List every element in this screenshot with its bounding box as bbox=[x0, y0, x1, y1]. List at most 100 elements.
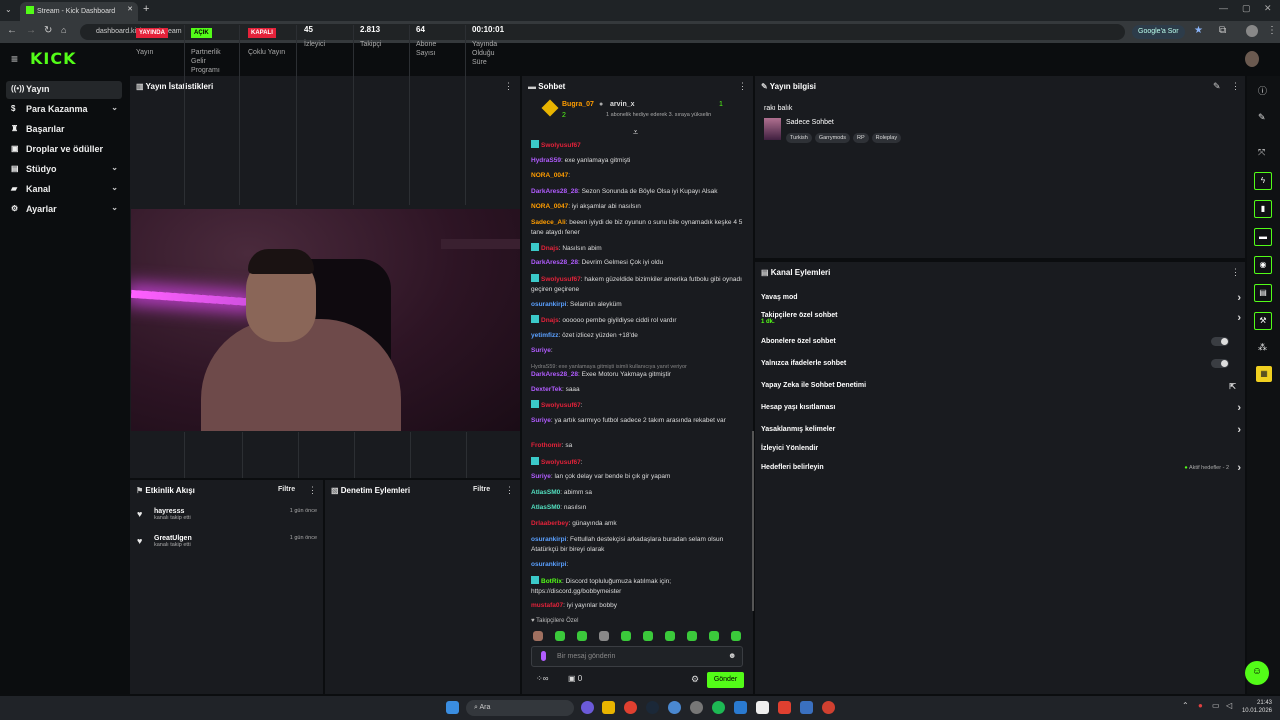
tag[interactable]: Turkish bbox=[786, 133, 812, 143]
bookmark-star-icon[interactable]: ★ bbox=[1194, 25, 1203, 36]
emote-only-toggle[interactable] bbox=[1211, 359, 1229, 368]
pencil-icon[interactable]: ✎ bbox=[1258, 112, 1266, 123]
sidebar-item-ayarlar[interactable]: ⚙ Ayarlar ⌄ bbox=[6, 201, 122, 219]
pinned-user[interactable]: Bugra_07 bbox=[562, 101, 594, 108]
network-icon[interactable]: ▭ bbox=[1212, 701, 1220, 710]
profile-avatar[interactable] bbox=[1246, 25, 1258, 37]
user-avatar[interactable] bbox=[1245, 51, 1259, 67]
collapse-pinned-icon[interactable]: ⩡ bbox=[633, 127, 638, 138]
chat-username[interactable]: AtlasSM0 bbox=[531, 489, 560, 496]
microphone-tray-icon[interactable]: ● bbox=[1198, 701, 1203, 710]
info-icon[interactable]: ⓘ bbox=[1258, 84, 1267, 97]
back-icon[interactable]: ← bbox=[7, 25, 17, 36]
chat-username[interactable]: Suriye bbox=[531, 417, 551, 424]
tray-chevron-icon[interactable]: ⌃ bbox=[1182, 701, 1189, 710]
pinned-user[interactable]: arvin_x bbox=[610, 101, 635, 108]
steam-icon[interactable] bbox=[646, 701, 659, 714]
chat-username[interactable]: osurankirpi bbox=[531, 561, 566, 568]
tab-list-button[interactable]: ⌄ bbox=[5, 5, 12, 14]
volume-icon[interactable]: ◁ bbox=[1226, 701, 1232, 710]
emote[interactable] bbox=[731, 631, 741, 641]
chat-username[interactable]: DarkAres28_28 bbox=[531, 188, 578, 195]
emote[interactable] bbox=[643, 631, 653, 641]
sidebar-item-studyo[interactable]: ▤ Stüdyo ⌄ bbox=[6, 161, 122, 179]
collapse-icon[interactable]: ⤧ bbox=[1258, 147, 1265, 158]
ai-moderation-row[interactable]: Yapay Zeka ile Sohbet Denetimi ⇱ bbox=[761, 382, 1241, 394]
vscode-icon[interactable] bbox=[734, 701, 747, 714]
close-tab-icon[interactable]: ✕ bbox=[127, 5, 133, 13]
emote[interactable] bbox=[621, 631, 631, 641]
chat-username[interactable]: Drlaaberbey bbox=[531, 520, 569, 527]
slow-mode-row[interactable]: Yavaş mod › bbox=[761, 292, 1241, 306]
chrome-active-icon[interactable] bbox=[822, 701, 835, 714]
google-ask-button[interactable]: Google'a Sor bbox=[1132, 25, 1185, 39]
more-options-icon[interactable]: ⋮ bbox=[308, 485, 317, 496]
account-age-row[interactable]: Hesap yaşı kısıtlaması › bbox=[761, 402, 1241, 416]
more-options-icon[interactable]: ⋮ bbox=[1231, 267, 1240, 278]
chat-username[interactable]: Swolyusuf67 bbox=[541, 459, 581, 466]
chat-username[interactable]: DexterTek bbox=[531, 386, 562, 393]
chat-username[interactable]: Swolyusuf67 bbox=[541, 142, 581, 149]
forward-icon[interactable]: → bbox=[26, 25, 36, 36]
emote[interactable] bbox=[665, 631, 675, 641]
more-options-icon[interactable]: ⋮ bbox=[1231, 81, 1240, 92]
sidebar-item-para-kazanma[interactable]: $ Para Kazanma ⌄ bbox=[6, 101, 122, 119]
chat-username[interactable]: Swolyusuf67 bbox=[541, 402, 581, 409]
raid-row[interactable]: İzleyici Yönlendir bbox=[761, 445, 1241, 457]
emoji-icon[interactable]: ☻ bbox=[728, 651, 736, 660]
close-window-icon[interactable]: ✕ bbox=[1264, 3, 1272, 14]
taskbar-search[interactable]: ⌕ Ara bbox=[466, 700, 574, 716]
file-explorer-icon[interactable] bbox=[602, 701, 615, 714]
chat-username[interactable]: HydraS59 bbox=[531, 157, 561, 164]
layers-icon[interactable]: ▤ bbox=[1254, 284, 1272, 302]
points-infinity[interactable]: ⁘∞ bbox=[536, 674, 548, 683]
chat-username[interactable]: yetimfizz bbox=[531, 332, 558, 339]
followers-only-row[interactable]: Takipçilere özel sohbet 1 dk. › bbox=[761, 312, 1241, 328]
chat-input[interactable]: Bir mesaj gönderin ☻ bbox=[531, 646, 743, 667]
document-icon[interactable]: ▮ bbox=[1254, 200, 1272, 218]
chat-username[interactable]: Suriye bbox=[531, 473, 551, 480]
tag[interactable]: Roleplay bbox=[871, 133, 902, 143]
browser-tab[interactable]: Stream - Kick Dashboard ✕ bbox=[20, 2, 138, 21]
app-g-icon[interactable] bbox=[800, 701, 813, 714]
clock[interactable]: 21:43 10.01.2026 bbox=[1240, 699, 1272, 715]
extensions-icon[interactable]: ⧉ bbox=[1219, 25, 1226, 36]
spotify-icon[interactable] bbox=[712, 701, 725, 714]
clapperboard-icon[interactable]: ▦ bbox=[1256, 366, 1272, 382]
chat-username[interactable]: BotRix bbox=[541, 578, 562, 585]
pinned-leaderboard[interactable]: Bugra_07 2 ● arvin_x 1 1 abonelik hediye… bbox=[541, 99, 744, 126]
chat-username[interactable]: AtlasSM0 bbox=[531, 504, 560, 511]
tag[interactable]: Garrymods bbox=[814, 133, 851, 143]
stream-video-preview[interactable] bbox=[131, 209, 520, 431]
chat-username[interactable]: Sadece_Ali bbox=[531, 219, 566, 226]
lightning-icon[interactable]: ϟ bbox=[1254, 172, 1272, 190]
browser-menu-icon[interactable]: ⋮ bbox=[1267, 25, 1277, 36]
emote[interactable] bbox=[555, 631, 565, 641]
microphone-icon[interactable] bbox=[541, 651, 546, 661]
sidebar-item-droplar[interactable]: ▣ Droplar ve ödüller bbox=[6, 141, 122, 159]
chat-username[interactable]: DarkAres28_28 bbox=[531, 371, 578, 378]
chrome-icon[interactable] bbox=[624, 701, 637, 714]
emote[interactable] bbox=[599, 631, 609, 641]
wrench-rail-icon[interactable]: ⚒ bbox=[1254, 312, 1272, 330]
edit-icon[interactable]: ✎ bbox=[1213, 81, 1221, 92]
chat-settings-icon[interactable]: ⚙ bbox=[691, 674, 699, 685]
more-options-icon[interactable]: ⋮ bbox=[505, 485, 514, 496]
emote[interactable] bbox=[709, 631, 719, 641]
chat-username[interactable]: Swolyusuf67 bbox=[541, 276, 581, 283]
more-options-icon[interactable]: ⋮ bbox=[738, 81, 747, 92]
chat-username[interactable]: Dnajs bbox=[541, 317, 559, 324]
gift-counter[interactable]: ▣ 0 bbox=[568, 674, 582, 683]
chat-username[interactable]: osurankirpi bbox=[531, 301, 566, 308]
copilot-icon[interactable] bbox=[581, 701, 594, 714]
emote[interactable] bbox=[533, 631, 543, 641]
emote[interactable] bbox=[577, 631, 587, 641]
notion-icon[interactable] bbox=[756, 701, 769, 714]
new-tab-button[interactable]: + bbox=[143, 3, 149, 15]
stream-category[interactable]: Sadece Sohbet bbox=[786, 119, 834, 126]
tag[interactable]: RP bbox=[853, 133, 869, 143]
start-icon[interactable] bbox=[446, 701, 459, 714]
chat-username[interactable]: Suriye bbox=[531, 347, 551, 354]
kick-logo[interactable]: KICK bbox=[30, 49, 77, 68]
minimize-icon[interactable]: — bbox=[1219, 3, 1228, 13]
